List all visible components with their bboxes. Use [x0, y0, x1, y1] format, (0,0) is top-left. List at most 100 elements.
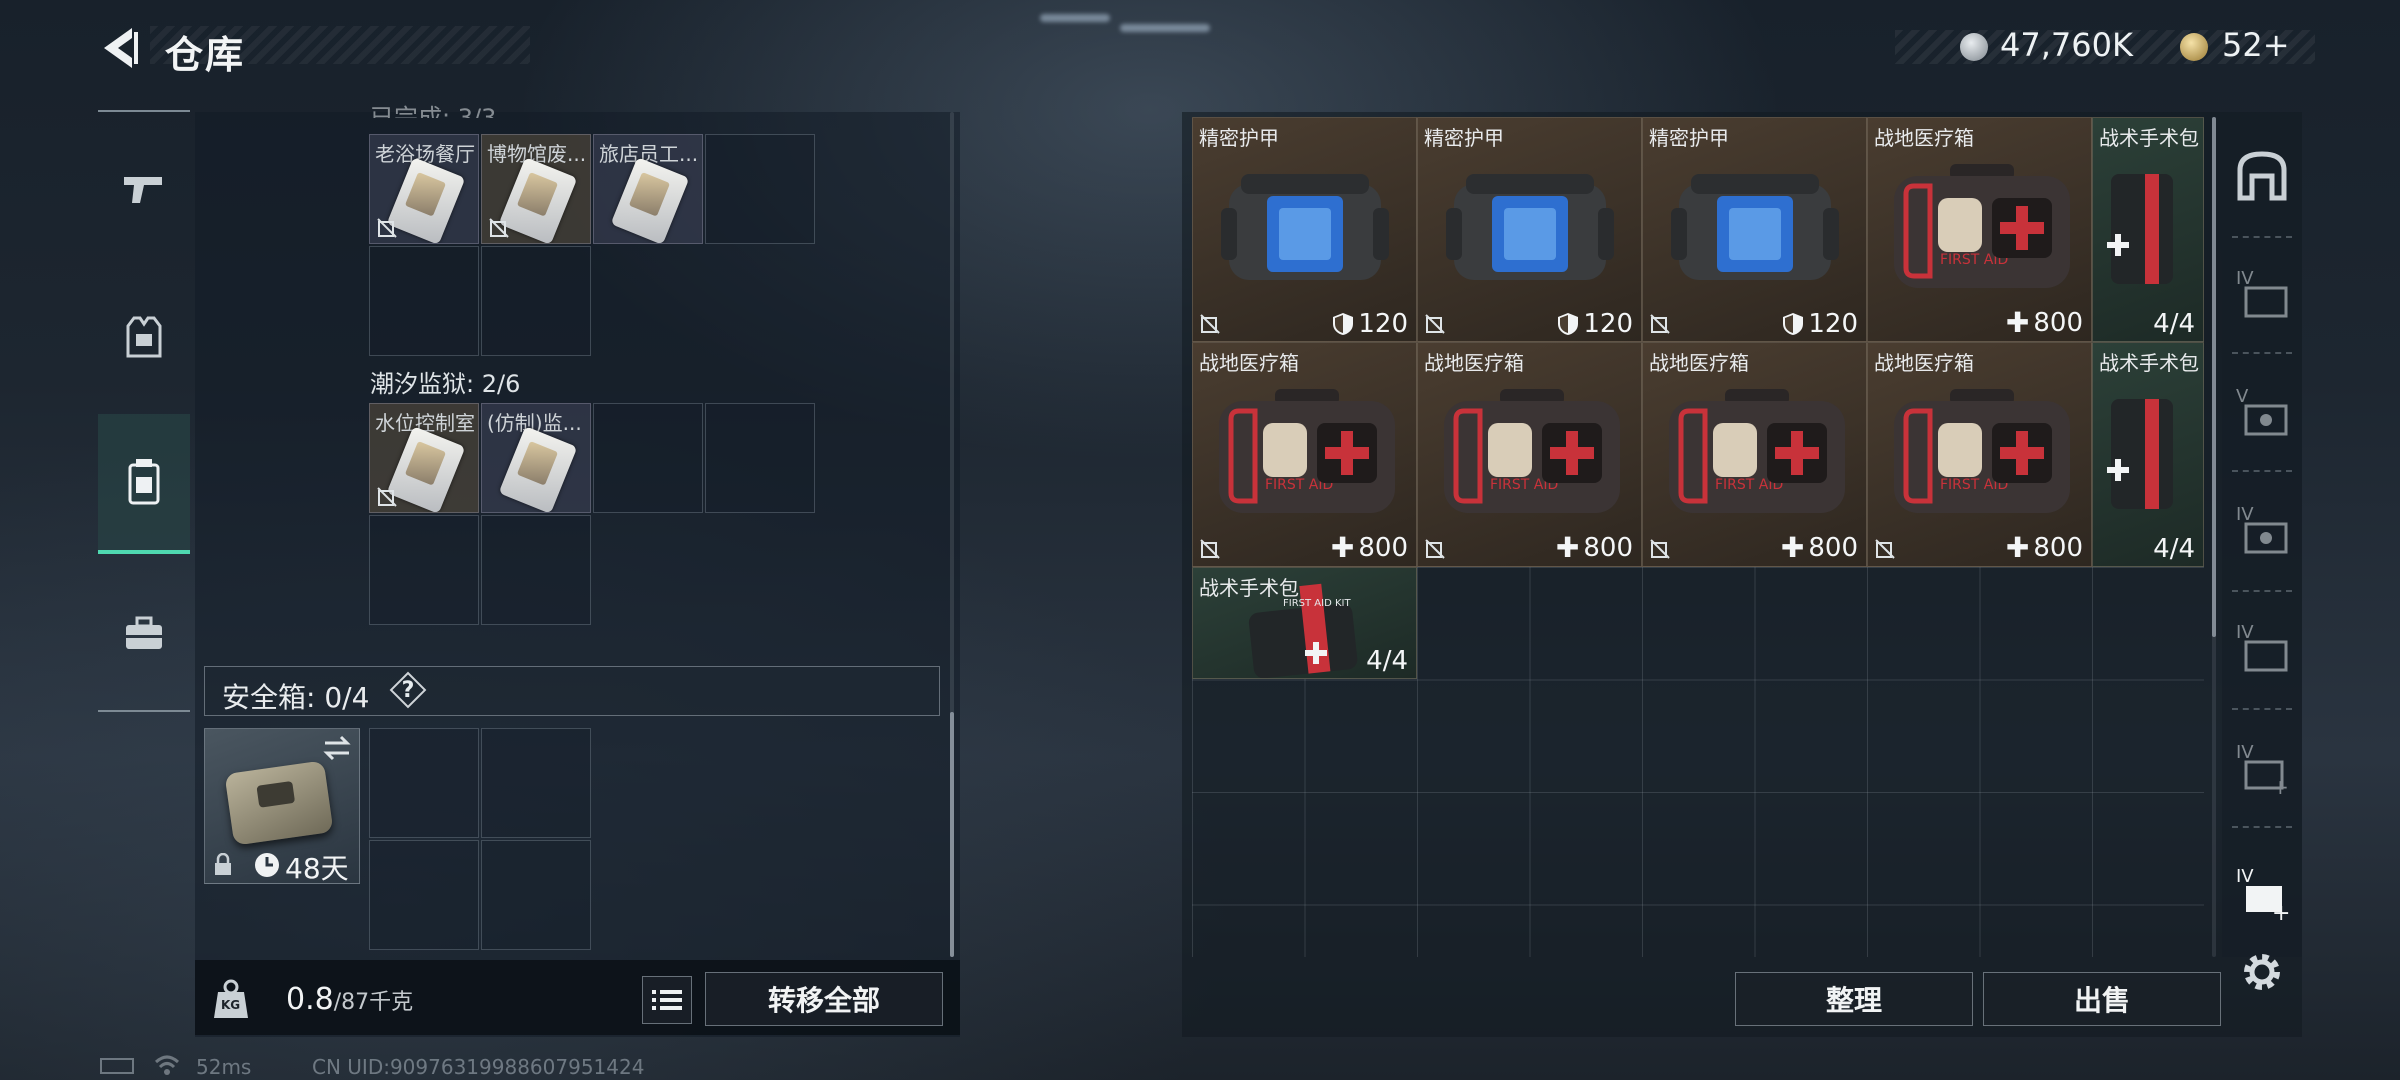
side-tab-divider	[2232, 352, 2292, 354]
svg-text:IV: IV	[2236, 866, 2254, 887]
shield-icon	[1333, 313, 1354, 335]
stash-page-2-icon[interactable]: IV	[2232, 264, 2292, 324]
svg-text:IV: IV	[2236, 622, 2254, 643]
stash-page-6-icon[interactable]: IV +	[2232, 738, 2292, 798]
grid-slot-empty[interactable]	[593, 403, 703, 513]
category-tab-armor[interactable]	[98, 290, 190, 384]
stash-page-4-icon[interactable]: IV	[2232, 500, 2292, 560]
no-display-icon	[377, 218, 397, 238]
category-tab-tools[interactable]	[98, 586, 190, 680]
no-display-icon	[1650, 539, 1670, 559]
grid-slot-empty[interactable]	[369, 515, 479, 625]
armor-bag-image	[1671, 174, 1839, 280]
side-tab-divider	[2232, 826, 2292, 828]
safe-vault-icon[interactable]	[2232, 146, 2292, 206]
stash-item-medkit[interactable]: 战地医疗箱 FIRST AID ✚ 800	[1642, 342, 1867, 567]
list-view-button[interactable]	[642, 976, 692, 1024]
surgery-pouch-image	[2107, 399, 2173, 509]
side-tab-divider	[2232, 708, 2292, 710]
stash-item-surgery-kit[interactable]: 战术手术包 4/4	[2092, 117, 2204, 342]
svg-text:IV: IV	[2236, 742, 2254, 763]
gold-coin-icon	[2180, 33, 2208, 61]
heal-plus-icon: ✚	[2005, 531, 2030, 564]
safe-slot-empty[interactable]	[481, 728, 591, 838]
back-arrow-icon[interactable]	[98, 24, 142, 72]
category-divider-top	[98, 110, 190, 112]
stash-item-armor[interactable]: 精密护甲 120	[1192, 117, 1417, 342]
no-display-icon	[1425, 539, 1445, 559]
stash-item-medkit[interactable]: 战地医疗箱 FIRST AID ✚ 800	[1867, 342, 2092, 567]
medkit-image: FIRST AID	[1894, 164, 2070, 288]
stash-page-3-icon[interactable]: V	[2232, 382, 2292, 442]
map-item-hotel-staff[interactable]: 旅店员工...	[593, 134, 703, 244]
silver-currency-amount: 47,760K	[2000, 26, 2133, 64]
stash-item-armor[interactable]: 精密护甲 120	[1417, 117, 1642, 342]
wifi-icon	[154, 1055, 180, 1075]
armor-bag-image	[1221, 174, 1389, 280]
medkit-image: FIRST AID	[1669, 389, 1845, 513]
svg-text:+: +	[2272, 775, 2289, 798]
safe-box-item[interactable]: 48天	[204, 728, 360, 885]
no-display-icon	[1650, 314, 1670, 334]
grid-slot-empty[interactable]	[705, 134, 815, 244]
no-display-icon	[1425, 314, 1445, 334]
armor-bag-image	[1446, 174, 1614, 280]
svg-text:FIRST AID KIT: FIRST AID KIT	[1283, 598, 1351, 609]
stash-page-5-icon[interactable]: IV	[2232, 618, 2292, 678]
pistol-icon	[124, 177, 162, 203]
stash-item-surgery-kit[interactable]: 战术手术包 4/4	[2092, 342, 2204, 567]
user-uid: CN UID:90976319988607951424	[312, 1055, 645, 1079]
safe-box-duration: 48天	[285, 852, 349, 885]
map-item-water-control[interactable]: 水位控制室	[369, 403, 479, 513]
no-display-icon	[1875, 539, 1895, 559]
medkit-image: FIRST AID	[1444, 389, 1620, 513]
stash-item-medkit[interactable]: 战地医疗箱 FIRST AID ✚ 800	[1192, 342, 1417, 567]
heal-plus-icon: ✚	[1555, 531, 1580, 564]
stash-item-medkit[interactable]: 战地医疗箱 FIRST AID ✚ 800	[1417, 342, 1642, 567]
svg-text:V: V	[2236, 386, 2249, 407]
stash-item-armor[interactable]: 精密护甲 120	[1642, 117, 1867, 342]
safe-slot-empty[interactable]	[369, 840, 479, 950]
grid-slot-empty[interactable]	[369, 246, 479, 356]
safe-slot-empty[interactable]	[481, 840, 591, 950]
grid-slot-empty[interactable]	[481, 515, 591, 625]
gold-currency-amount[interactable]: 52+	[2222, 26, 2290, 64]
shield-icon	[1783, 313, 1804, 335]
swap-icon[interactable]	[321, 735, 353, 761]
sell-button[interactable]: 出售	[1983, 972, 2221, 1026]
toolbox-icon	[126, 616, 162, 649]
left-scrollbar-thumb[interactable]	[950, 712, 954, 957]
no-display-icon	[1200, 314, 1220, 334]
transfer-all-button[interactable]: 转移全部	[705, 972, 943, 1026]
surgery-pouch-image: FIRST AID KIT	[1248, 583, 1358, 678]
map-item-bathhouse[interactable]: 老浴场餐厅	[369, 134, 479, 244]
grid-slot-empty[interactable]	[481, 246, 591, 356]
safe-slot-empty[interactable]	[369, 728, 479, 838]
category-tab-weapons[interactable]	[98, 142, 190, 236]
battery-icon	[100, 1058, 134, 1074]
stash-page-7-icon-active[interactable]: IV +	[2232, 862, 2292, 922]
armor-vest-icon	[126, 316, 162, 358]
storage-box-icon	[128, 459, 160, 505]
map-item-replica-prison[interactable]: (仿制)监...	[481, 403, 591, 513]
ping-readout: 52ms	[196, 1055, 252, 1079]
help-icon[interactable]: ?	[389, 671, 427, 709]
heal-plus-icon: ✚	[1330, 531, 1355, 564]
category-tab-storage[interactable]	[98, 414, 190, 554]
stash-scrollbar-thumb[interactable]	[2212, 117, 2216, 637]
gear-icon[interactable]	[2240, 950, 2284, 994]
map-item-museum[interactable]: 博物馆废...	[481, 134, 591, 244]
category-divider-bottom	[98, 710, 190, 712]
page-title: 仓库	[165, 33, 246, 77]
svg-text:IV: IV	[2236, 504, 2254, 525]
surgery-pouch-image	[2107, 174, 2173, 284]
side-tab-divider	[2232, 236, 2292, 238]
stash-item-surgery-kit[interactable]: 战术手术包 FIRST AID KIT 4/4	[1192, 567, 1417, 679]
stash-item-medkit[interactable]: 战地医疗箱 FIRST AID ✚ 800	[1867, 117, 2092, 342]
grid-slot-empty[interactable]	[705, 403, 815, 513]
safe-box-label: 安全箱: 0/4	[222, 681, 370, 714]
clock-icon	[255, 853, 279, 877]
completed-label-partial: 已完成: 3/3	[370, 104, 497, 118]
sort-button[interactable]: 整理	[1735, 972, 1973, 1026]
heal-plus-icon: ✚	[2005, 306, 2030, 339]
